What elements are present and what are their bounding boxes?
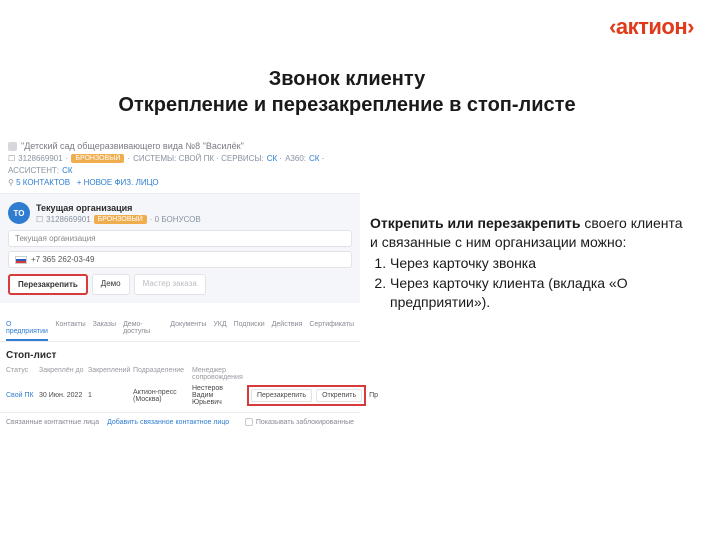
list-item: Через карточку клиента (вкладка «О предп… (390, 274, 690, 312)
demo-button[interactable]: Демо (92, 274, 130, 295)
org-name: "Детский сад общеразвивающего вида №8 "В… (21, 141, 244, 151)
org-id-row: ☐ 3128669901 · БРОНЗОВЫЙ · СИСТЕМЫ: СВОЙ… (8, 154, 352, 175)
tab-docs[interactable]: Документы (170, 321, 206, 341)
building-icon (8, 142, 17, 151)
checkbox-icon: ☐ (36, 215, 43, 224)
title-line2: Открепление и перезакрепление в стоп-лис… (118, 94, 575, 116)
related-contacts-label: Связанные контактные лица (6, 419, 99, 426)
screenshots-column: "Детский сад общеразвивающего вида №8 "В… (0, 136, 360, 431)
phone-field[interactable]: +7 365 262-03-49 (8, 251, 352, 268)
tab-demo[interactable]: Демо-доступы (123, 321, 163, 341)
call-card-body: ТО Текущая организация ☐ 3128669901 БРОН… (0, 194, 360, 303)
row-reattach-button[interactable]: Перезакрепить (251, 389, 312, 402)
separator: · (66, 154, 69, 163)
add-fiz-link[interactable]: + НОВОЕ ФИЗ. ЛИЦО (77, 178, 159, 187)
order-wizard-button[interactable]: Мастер заказа (134, 274, 206, 295)
avatar: ТО (8, 202, 30, 224)
slide-title: Звонок клиенту Открепление и перезакрепл… (0, 66, 694, 118)
client-tabs: О предприятии Контакты Заказы Демо-досту… (0, 315, 360, 342)
show-blocked-checkbox[interactable] (245, 418, 253, 426)
tab-certs[interactable]: Сертификаты (309, 321, 354, 341)
a360-link[interactable]: СК · (309, 154, 324, 163)
tab-contacts[interactable]: Контакты (55, 321, 85, 341)
stoplist-header: Статус Закреплён до Закреплений Подразде… (6, 367, 354, 381)
separator: · (127, 154, 130, 163)
contacts-link[interactable]: 5 КОНТАКТОВ (16, 178, 70, 187)
bonus-text: · 0 БОНУСОВ (150, 215, 201, 224)
brand-logo: ‹актион› (609, 14, 694, 40)
stoplist-body: Стоп-лист Статус Закреплён до Закреплени… (0, 342, 360, 412)
org-id: 3128669901 (18, 154, 63, 163)
cell-status: Свой ПК (6, 392, 36, 399)
show-blocked-label: Показывать заблокированные (256, 419, 354, 426)
assistant-link[interactable]: СК (62, 166, 72, 175)
cell-count: 1 (88, 392, 130, 399)
stoplist-footer: Связанные контактные лица Добавить связа… (0, 412, 360, 431)
person-icon: ⚲ (8, 178, 14, 187)
flag-ru-icon (15, 256, 27, 264)
tab-about[interactable]: О предприятии (6, 321, 48, 341)
current-org-id: 3128669901 (46, 215, 91, 224)
current-org-title: Текущая организация (36, 203, 201, 213)
add-related-link[interactable]: Добавить связанное контактное лицо (107, 419, 229, 426)
col-manager: Менеджер сопровождения (192, 367, 244, 381)
title-line1: Звонок клиенту (269, 68, 426, 90)
col-count: Закреплений (88, 367, 130, 381)
tab-subs[interactable]: Подписки (234, 321, 265, 341)
bronze-badge: БРОНЗОВЫЙ (71, 154, 124, 163)
col-actions (247, 367, 354, 381)
tab-orders[interactable]: Заказы (93, 321, 116, 341)
checkbox-icon: ☐ (8, 154, 15, 163)
explanation-text: Открепить или перезакрепить своего клиен… (360, 136, 690, 431)
col-unit: Подразделение (133, 367, 189, 381)
call-card-header: "Детский сад общеразвивающего вида №8 "В… (0, 136, 360, 194)
org-select[interactable]: Текущая организация (8, 230, 352, 247)
stoplist-card: О предприятии Контакты Заказы Демо-досту… (0, 315, 360, 431)
current-org-id-row: ☐ 3128669901 БРОНЗОВЫЙ · 0 БОНУСОВ (36, 215, 201, 224)
cell-until: 30 Июн. 2022 (39, 392, 85, 399)
cell-unit: Актион-пресс (Москва) (133, 389, 189, 403)
current-org-block: ТО Текущая организация ☐ 3128669901 БРОН… (8, 202, 352, 224)
reattach-button[interactable]: Перезакрепить (8, 274, 88, 295)
call-card-actions: Перезакрепить Демо Мастер заказа (8, 274, 352, 295)
phone-value: +7 365 262-03-49 (31, 255, 94, 264)
row-detach-button[interactable]: Открепить (316, 389, 362, 402)
bronze-badge: БРОНЗОВЫЙ (94, 215, 147, 224)
a360-label: А360: (285, 154, 306, 163)
explanation-bold: Открепить или перезакрепить (370, 215, 581, 231)
tab-actions[interactable]: Действия (272, 321, 303, 341)
tab-ukd[interactable]: УКД (213, 321, 226, 341)
call-card: "Детский сад общеразвивающего вида №8 "В… (0, 136, 360, 303)
sk-link[interactable]: СК · (267, 154, 282, 163)
col-status: Статус (6, 367, 36, 381)
col-until: Закреплён до (39, 367, 85, 381)
assistant-label: АССИСТЕНТ: (8, 166, 59, 175)
contacts-row: ⚲ 5 КОНТАКТОВ + НОВОЕ ФИЗ. ЛИЦО (8, 178, 352, 187)
cell-manager: Нестеров Вадим Юрьевич (192, 385, 244, 406)
stoplist-title: Стоп-лист (6, 350, 354, 361)
systems-label: СИСТЕМЫ: СВОЙ ПК · СЕРВИСЫ: (133, 154, 264, 163)
list-item: Через карточку звонка (390, 254, 690, 273)
explanation-list: Через карточку звонка Через карточку кли… (370, 254, 690, 312)
row-action-highlight: Перезакрепить Открепить (247, 385, 366, 406)
stoplist-row: Свой ПК 30 Июн. 2022 1 Актион-пресс (Мос… (6, 385, 354, 406)
